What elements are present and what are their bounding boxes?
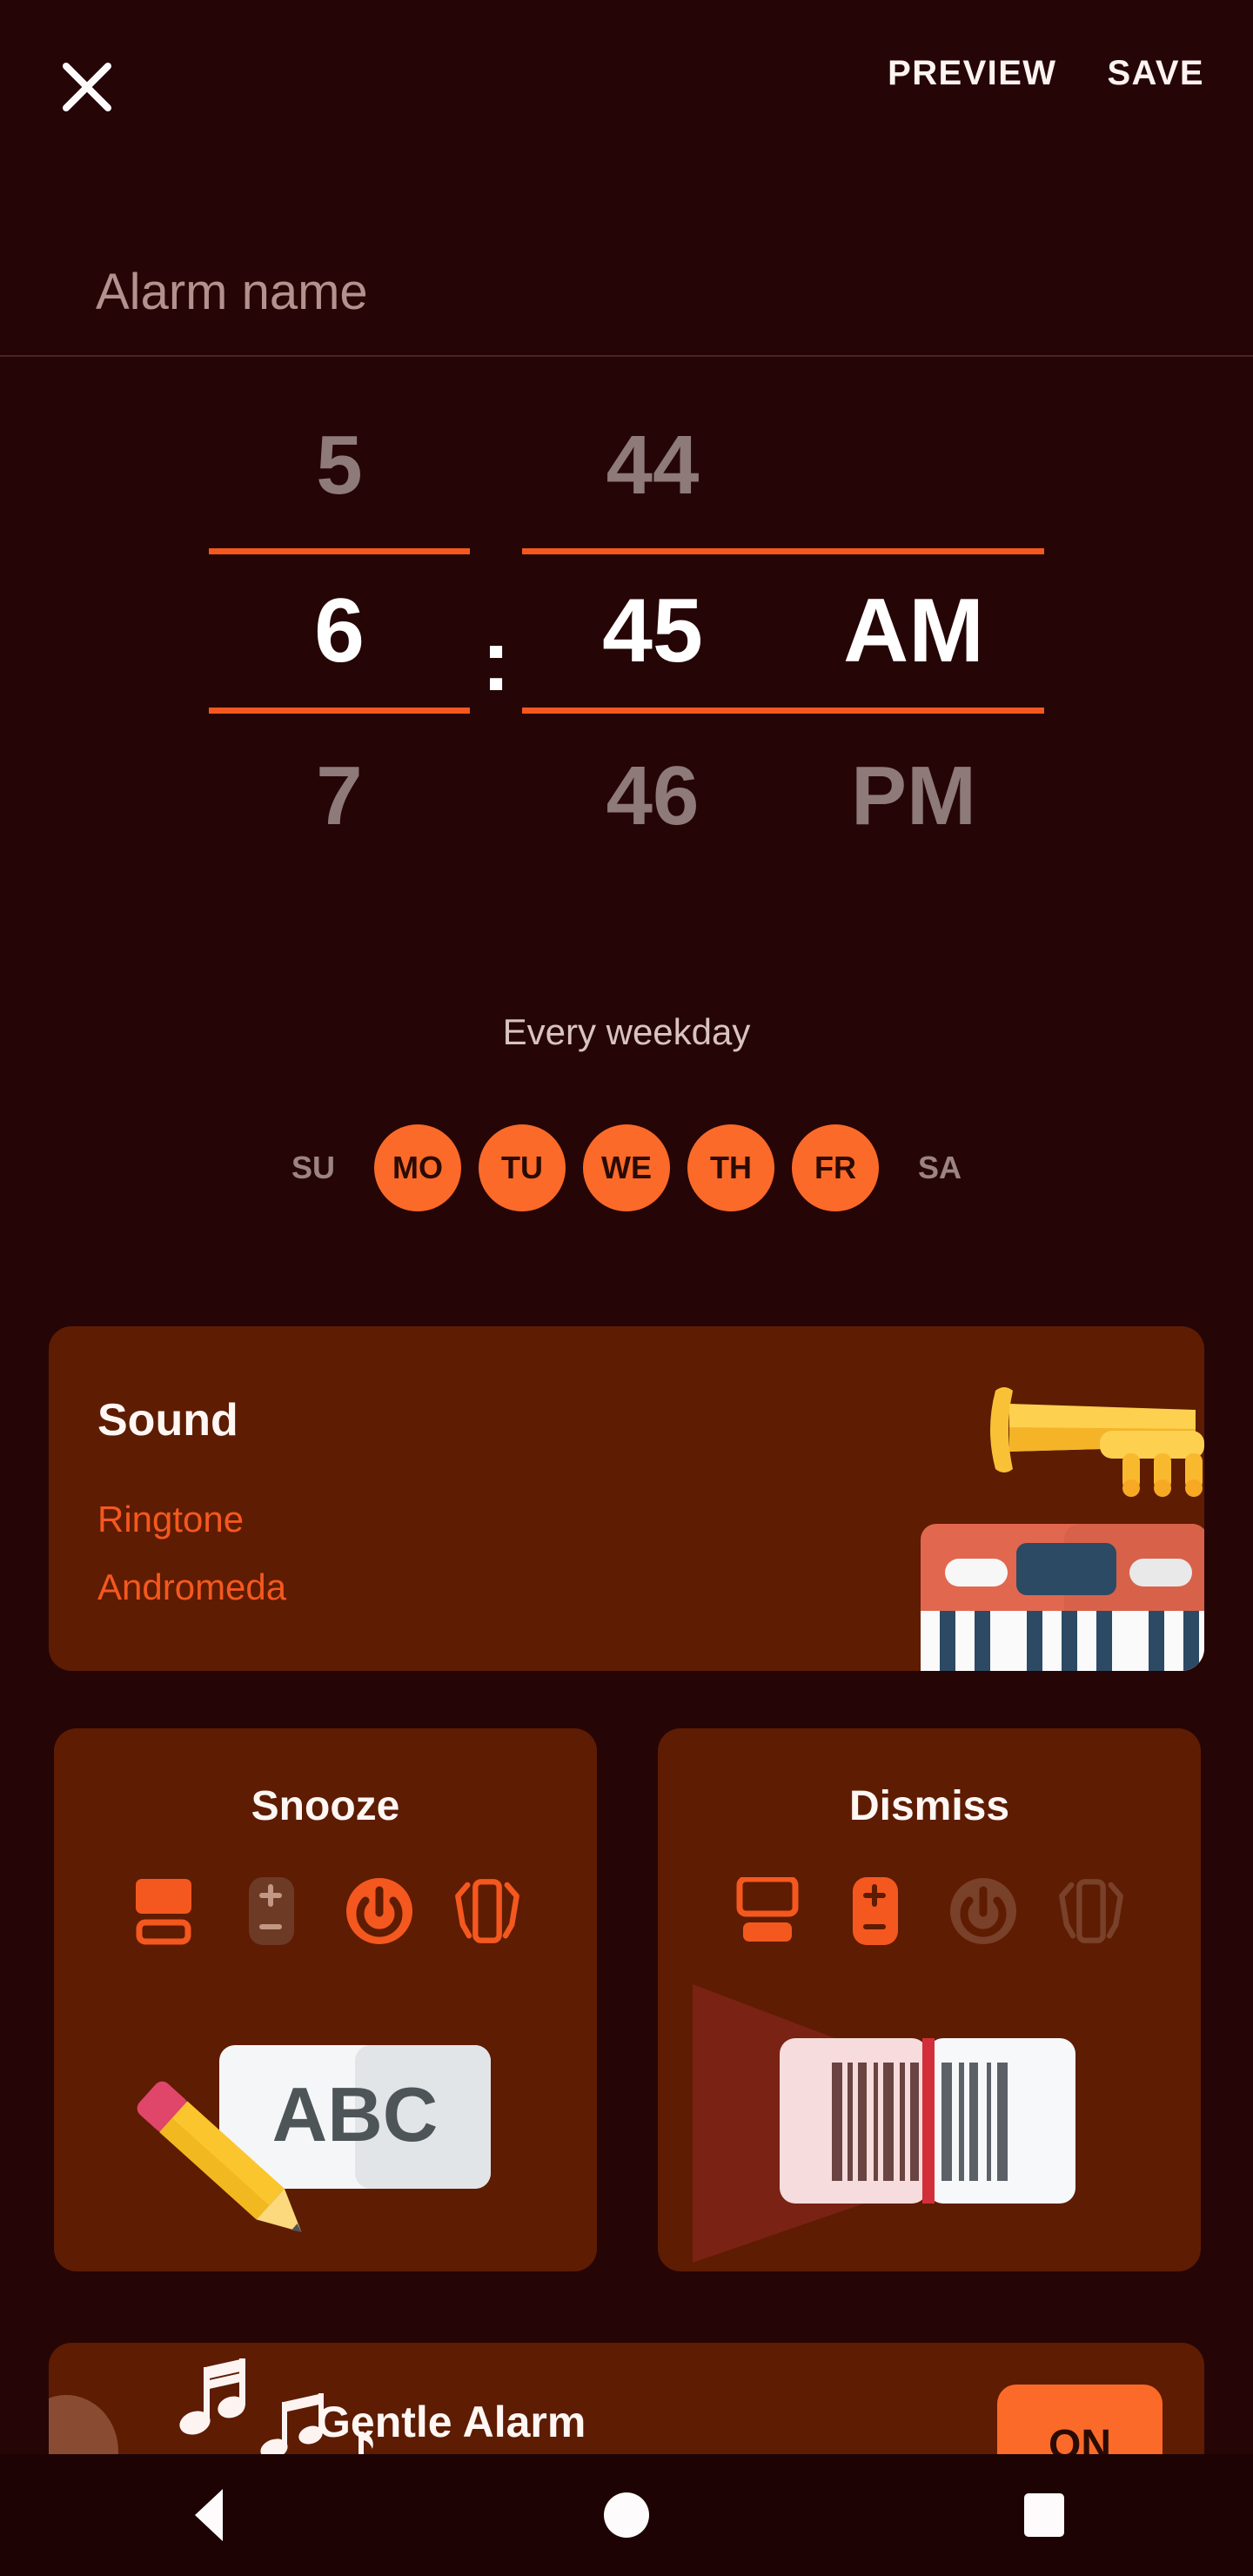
dismiss-shake-phone-icon[interactable]	[1055, 1874, 1127, 1949]
minute-next[interactable]: 46	[606, 714, 700, 879]
hour-next[interactable]: 7	[316, 714, 362, 879]
top-app-bar: PREVIEW SAVE	[0, 0, 1253, 174]
sound-card[interactable]: Sound Ringtone Andromeda	[49, 1326, 1204, 1671]
sound-type-label[interactable]: Ringtone	[97, 1499, 244, 1540]
gentle-alarm-title: Gentle Alarm	[317, 2398, 586, 2446]
preview-button[interactable]: PREVIEW	[888, 54, 1056, 93]
weekday-tu[interactable]: TU	[479, 1124, 566, 1211]
minute-selected[interactable]: 45	[522, 548, 783, 714]
weekday-label: SA	[917, 1150, 962, 1185]
meridiem-selected[interactable]: AM	[783, 548, 1044, 714]
meridiem-next[interactable]: PM	[851, 714, 976, 879]
weekday-label: TU	[501, 1150, 543, 1185]
snooze-card[interactable]: Snooze ABC	[54, 1728, 597, 2271]
weekday-fr[interactable]: FR	[792, 1124, 879, 1211]
abc-pencil-illustration: ABC	[54, 1976, 597, 2271]
weekday-label: WE	[601, 1150, 652, 1185]
close-icon	[59, 59, 115, 115]
barcode-scan-illustration	[658, 1976, 1201, 2271]
home-button[interactable]	[566, 2454, 687, 2576]
android-navigation-bar	[0, 2454, 1253, 2576]
home-icon	[604, 2492, 649, 2538]
alarm-name-field	[0, 244, 1253, 357]
minute-previous[interactable]: 44	[606, 383, 700, 548]
repeat-summary: Every weekday	[502, 1011, 751, 1052]
dismiss-card-title: Dismiss	[848, 1783, 1010, 1829]
weekday-th[interactable]: TH	[687, 1124, 774, 1211]
save-button[interactable]: SAVE	[1107, 54, 1204, 93]
weekday-label: FR	[814, 1150, 856, 1185]
back-icon	[195, 2489, 223, 2541]
snooze-power-button-icon[interactable]	[344, 1874, 415, 1949]
dismiss-methods	[658, 1872, 1201, 1950]
hour-selected[interactable]: 6	[209, 548, 470, 714]
weekday-we[interactable]: WE	[583, 1124, 670, 1211]
time-separator-label: :	[481, 612, 511, 709]
minute-column[interactable]: 44 45 46	[522, 383, 783, 957]
hour-column[interactable]: 5 6 7	[209, 383, 470, 957]
dismiss-screen-swipe-icon[interactable]	[732, 1874, 803, 1949]
sound-tone-label[interactable]: Andromeda	[97, 1566, 286, 1608]
snooze-screen-swipe-icon[interactable]	[128, 1874, 199, 1949]
top-bar-actions: PREVIEW SAVE	[888, 54, 1204, 93]
recents-button[interactable]	[983, 2454, 1105, 2576]
dismiss-card[interactable]: Dismiss	[658, 1728, 1201, 2271]
back-button[interactable]	[148, 2454, 270, 2576]
svg-text:ABC: ABC	[272, 2071, 439, 2157]
weekday-mo[interactable]: MO	[374, 1124, 461, 1211]
snooze-shake-phone-icon[interactable]	[452, 1874, 523, 1949]
snooze-card-title: Snooze	[251, 1783, 400, 1829]
alarm-name-input[interactable]	[96, 252, 1140, 331]
recents-icon	[1024, 2493, 1064, 2537]
meridiem-column[interactable]: AM PM	[783, 383, 1044, 957]
time-separator: :	[470, 383, 522, 957]
dismiss-power-button-icon[interactable]	[948, 1874, 1019, 1949]
weekday-selector: SU MO TU WE TH FR SA	[0, 1116, 1253, 1220]
hour-previous[interactable]: 5	[316, 383, 362, 548]
weekday-label: MO	[392, 1150, 443, 1185]
trumpet-icon	[969, 1356, 1204, 1508]
snooze-methods	[54, 1872, 597, 1950]
close-button[interactable]	[52, 52, 122, 122]
time-picker: 5 6 7 : 44 45 46 AM PM	[0, 383, 1253, 957]
weekday-sa[interactable]: SA	[896, 1124, 983, 1211]
snooze-volume-buttons-icon[interactable]	[236, 1874, 307, 1949]
dismiss-volume-buttons-icon[interactable]	[840, 1874, 911, 1949]
weekday-su[interactable]: SU	[270, 1124, 357, 1211]
weekday-label: TH	[710, 1150, 752, 1185]
weekday-label: SU	[291, 1150, 335, 1185]
sound-card-title: Sound	[97, 1395, 238, 1446]
keyboard-icon	[921, 1524, 1204, 1671]
